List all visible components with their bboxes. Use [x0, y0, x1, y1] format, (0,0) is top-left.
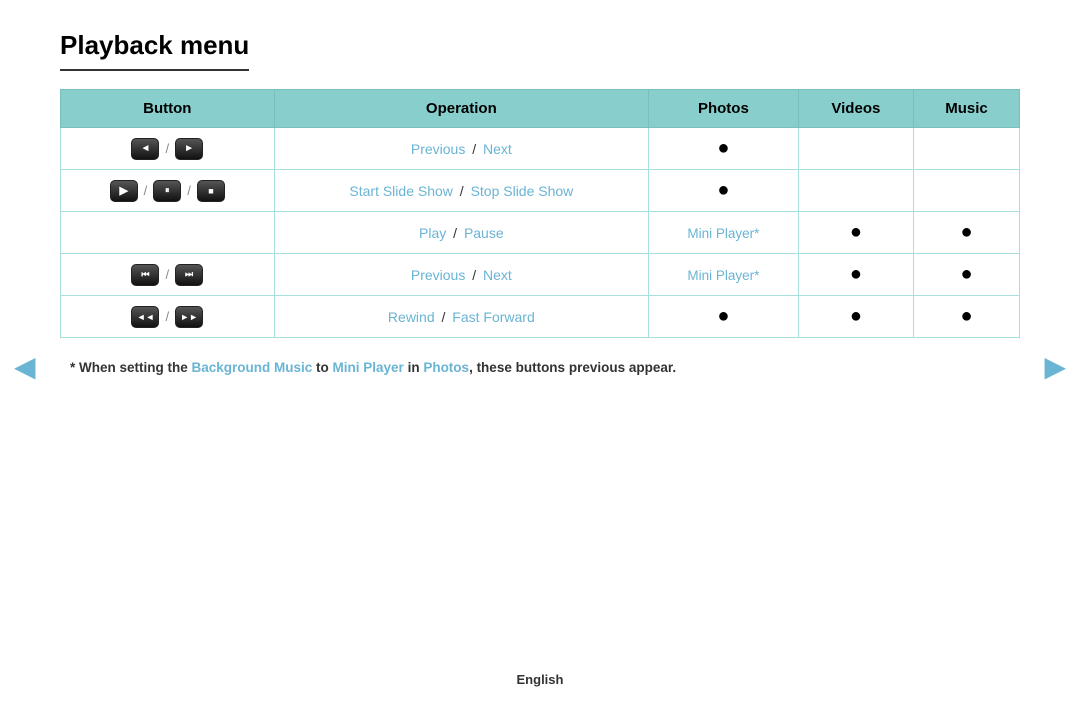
button-cell: ◄◄ / ►►: [61, 296, 275, 338]
page-container: Playback menu Button Operation Photos Vi…: [0, 0, 1080, 405]
op-play-link[interactable]: Play: [419, 225, 446, 241]
table-row: ▶ / ⏸ / ■ Start Slide Show / Stop Slide …: [61, 170, 1020, 212]
op-pause-link[interactable]: Pause: [464, 225, 504, 241]
videos-cell: [798, 170, 913, 212]
skip-prev-icon-btn[interactable]: ⏮: [131, 264, 159, 286]
op-start-slideshow-link[interactable]: Start Slide Show: [349, 183, 453, 199]
footnote-bg-music: Background Music: [192, 360, 313, 375]
photos-cell: Mini Player*: [649, 212, 799, 254]
page-title: Playback menu: [60, 30, 249, 71]
operation-cell: Play / Pause: [274, 212, 649, 254]
play-icon-btn[interactable]: ▶: [110, 180, 138, 202]
videos-cell: ●: [798, 296, 913, 338]
operation-cell: Rewind / Fast Forward: [274, 296, 649, 338]
footnote-mini-player: Mini Player: [333, 360, 404, 375]
table-row: ◄ / ► Previous / Next ●: [61, 128, 1020, 170]
nav-right-arrow[interactable]: ▶: [1044, 350, 1066, 383]
footer-language: English: [517, 672, 564, 687]
music-cell: [914, 128, 1020, 170]
music-cell: [914, 170, 1020, 212]
operation-cell: Start Slide Show / Stop Slide Show: [274, 170, 649, 212]
footnote: * When setting the Background Music to M…: [60, 360, 1020, 375]
table-row: ⏮ / ⏭ Previous / Next Mini Player* ● ●: [61, 254, 1020, 296]
op-next-link[interactable]: Next: [483, 141, 512, 157]
prev-icon-btn[interactable]: ◄: [131, 138, 159, 160]
footnote-prefix: * When setting the: [70, 360, 192, 375]
btn-group-prev-next: ◄ / ►: [75, 138, 260, 160]
operation-cell: Previous / Next: [274, 128, 649, 170]
photos-cell: ●: [649, 170, 799, 212]
button-cell: ▶ / ⏸ / ■: [61, 170, 275, 212]
footnote-suffix: , these buttons previous appear.: [469, 360, 676, 375]
col-header-music: Music: [914, 90, 1020, 128]
operation-cell: Previous / Next: [274, 254, 649, 296]
videos-cell: [798, 128, 913, 170]
playback-table: Button Operation Photos Videos Music ◄ /…: [60, 89, 1020, 338]
photos-cell: ●: [649, 128, 799, 170]
col-header-button: Button: [61, 90, 275, 128]
op-fastforward-link[interactable]: Fast Forward: [452, 309, 534, 325]
pause-icon-btn[interactable]: ⏸: [153, 180, 181, 202]
music-cell: ●: [914, 212, 1020, 254]
rewind-icon-btn[interactable]: ◄◄: [131, 306, 159, 328]
nav-left-arrow[interactable]: ◀: [14, 350, 36, 383]
footnote-in: in: [404, 360, 424, 375]
op-previous2-link[interactable]: Previous: [411, 267, 465, 283]
next-icon-btn[interactable]: ►: [175, 138, 203, 160]
op-next2-link[interactable]: Next: [483, 267, 512, 283]
col-header-videos: Videos: [798, 90, 913, 128]
btn-group-skip: ⏮ / ⏭: [75, 264, 260, 286]
footnote-to: to: [312, 360, 332, 375]
stop-icon-btn[interactable]: ■: [197, 180, 225, 202]
button-cell: [61, 212, 275, 254]
photos-cell: Mini Player*: [649, 254, 799, 296]
button-cell: ◄ / ►: [61, 128, 275, 170]
music-cell: ●: [914, 254, 1020, 296]
footer: English: [0, 672, 1080, 687]
op-previous-link[interactable]: Previous: [411, 141, 465, 157]
op-rewind-link[interactable]: Rewind: [388, 309, 435, 325]
photos-cell: ●: [649, 296, 799, 338]
btn-group-slideshow: ▶ / ⏸ / ■: [75, 180, 260, 202]
footnote-photos: Photos: [423, 360, 469, 375]
music-cell: ●: [914, 296, 1020, 338]
table-row: Play / Pause Mini Player* ● ●: [61, 212, 1020, 254]
btn-group-rew-fwd: ◄◄ / ►►: [75, 306, 260, 328]
op-stop-slideshow-link[interactable]: Stop Slide Show: [471, 183, 574, 199]
button-cell: ⏮ / ⏭: [61, 254, 275, 296]
videos-cell: ●: [798, 254, 913, 296]
skip-next-icon-btn[interactable]: ⏭: [175, 264, 203, 286]
col-header-operation: Operation: [274, 90, 649, 128]
table-row: ◄◄ / ►► Rewind / Fast Forward ● ● ●: [61, 296, 1020, 338]
videos-cell: ●: [798, 212, 913, 254]
col-header-photos: Photos: [649, 90, 799, 128]
ffwd-icon-btn[interactable]: ►►: [175, 306, 203, 328]
